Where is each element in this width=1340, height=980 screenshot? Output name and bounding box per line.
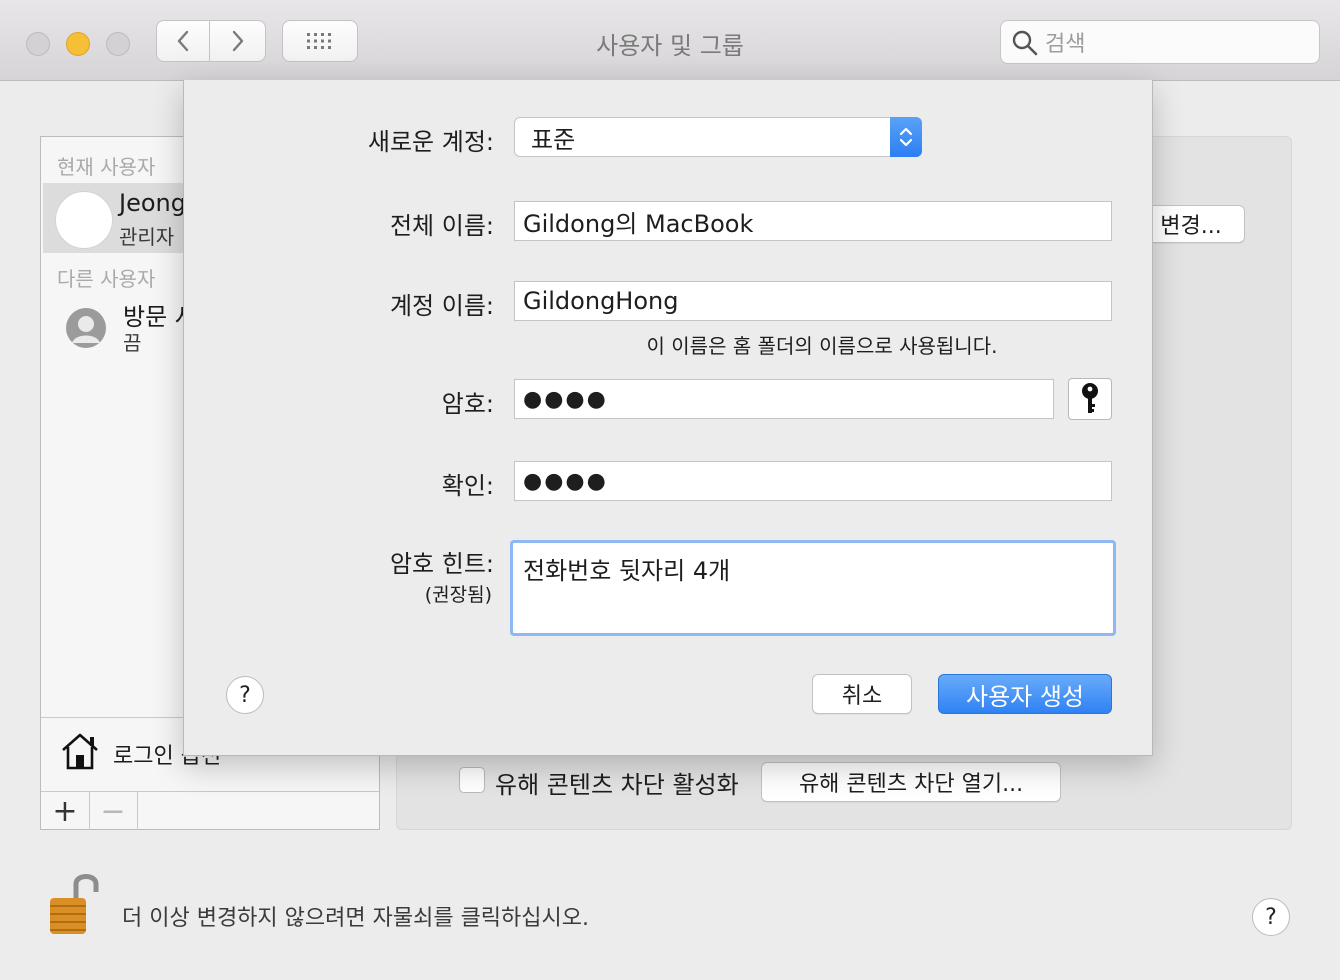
open-parental-controls-button[interactable]: 유해 콘텐츠 차단 열기... [761,762,1061,802]
account-name-note: 이 이름은 홈 폴더의 이름으로 사용됩니다. [646,334,998,358]
lock-open-icon[interactable] [46,870,102,938]
new-account-sheet: 새로운 계정: 표준 전체 이름: Gildong의 MacBook 계정 이름… [183,80,1153,756]
guest-user-status: 끔 [123,331,142,355]
user-role: 관리자 [119,225,175,249]
verify-field[interactable]: ●●●● [514,461,1112,501]
other-users-header: 다른 사용자 [57,267,156,291]
password-label: 암호: [441,390,494,418]
key-icon [1082,383,1098,413]
password-hint-field[interactable]: 전화번호 뒷자리 4개 [510,540,1116,636]
title-bar: 사용자 및 그룹 검색 [0,0,1340,81]
remove-user-button[interactable]: − [89,792,138,830]
search-placeholder: 검색 [1045,32,1086,57]
popup-arrows-icon [890,117,922,157]
account-type-popup[interactable]: 표준 [514,117,922,157]
add-remove-bar: + − [41,791,379,830]
password-hint-label: 암호 힌트: [389,550,494,578]
help-button[interactable]: ? [1252,898,1290,936]
account-type-value: 표준 [531,125,576,154]
full-name-field[interactable]: Gildong의 MacBook [514,201,1112,241]
cancel-button[interactable]: 취소 [812,674,912,714]
sheet-help-button[interactable]: ? [226,676,264,714]
user-name: Jeong [119,189,186,217]
password-assistant-button[interactable] [1068,378,1112,420]
guest-avatar-icon [66,308,106,348]
search-icon [1012,30,1038,56]
add-user-button[interactable]: + [41,792,90,830]
create-user-button[interactable]: 사용자 생성 [938,674,1112,714]
account-name-label: 계정 이름: [389,292,494,320]
verify-label: 확인: [441,472,494,500]
new-account-label: 새로운 계정: [367,128,494,156]
current-users-header: 현재 사용자 [57,155,156,179]
lock-hint-text: 더 이상 변경하지 않으려면 자물쇠를 클릭하십시오. [122,906,590,931]
house-icon [62,733,98,770]
system-preferences-window: 사용자 및 그룹 검색 현재 사용자 Jeong 관리자 다른 사용자 방문 사… [0,0,1340,980]
avatar [55,191,113,249]
parental-controls-label: 유해 콘텐츠 차단 활성화 [495,771,739,799]
full-name-label: 전체 이름: [389,212,494,240]
password-hint-sublabel: (권장됨) [424,584,492,606]
account-name-field[interactable]: GildongHong [514,281,1112,321]
password-field[interactable]: ●●●● [514,379,1054,419]
change-password-button[interactable]: 변경... [1137,205,1245,243]
parental-controls-checkbox[interactable] [459,767,485,793]
search-field[interactable]: 검색 [1000,20,1320,64]
